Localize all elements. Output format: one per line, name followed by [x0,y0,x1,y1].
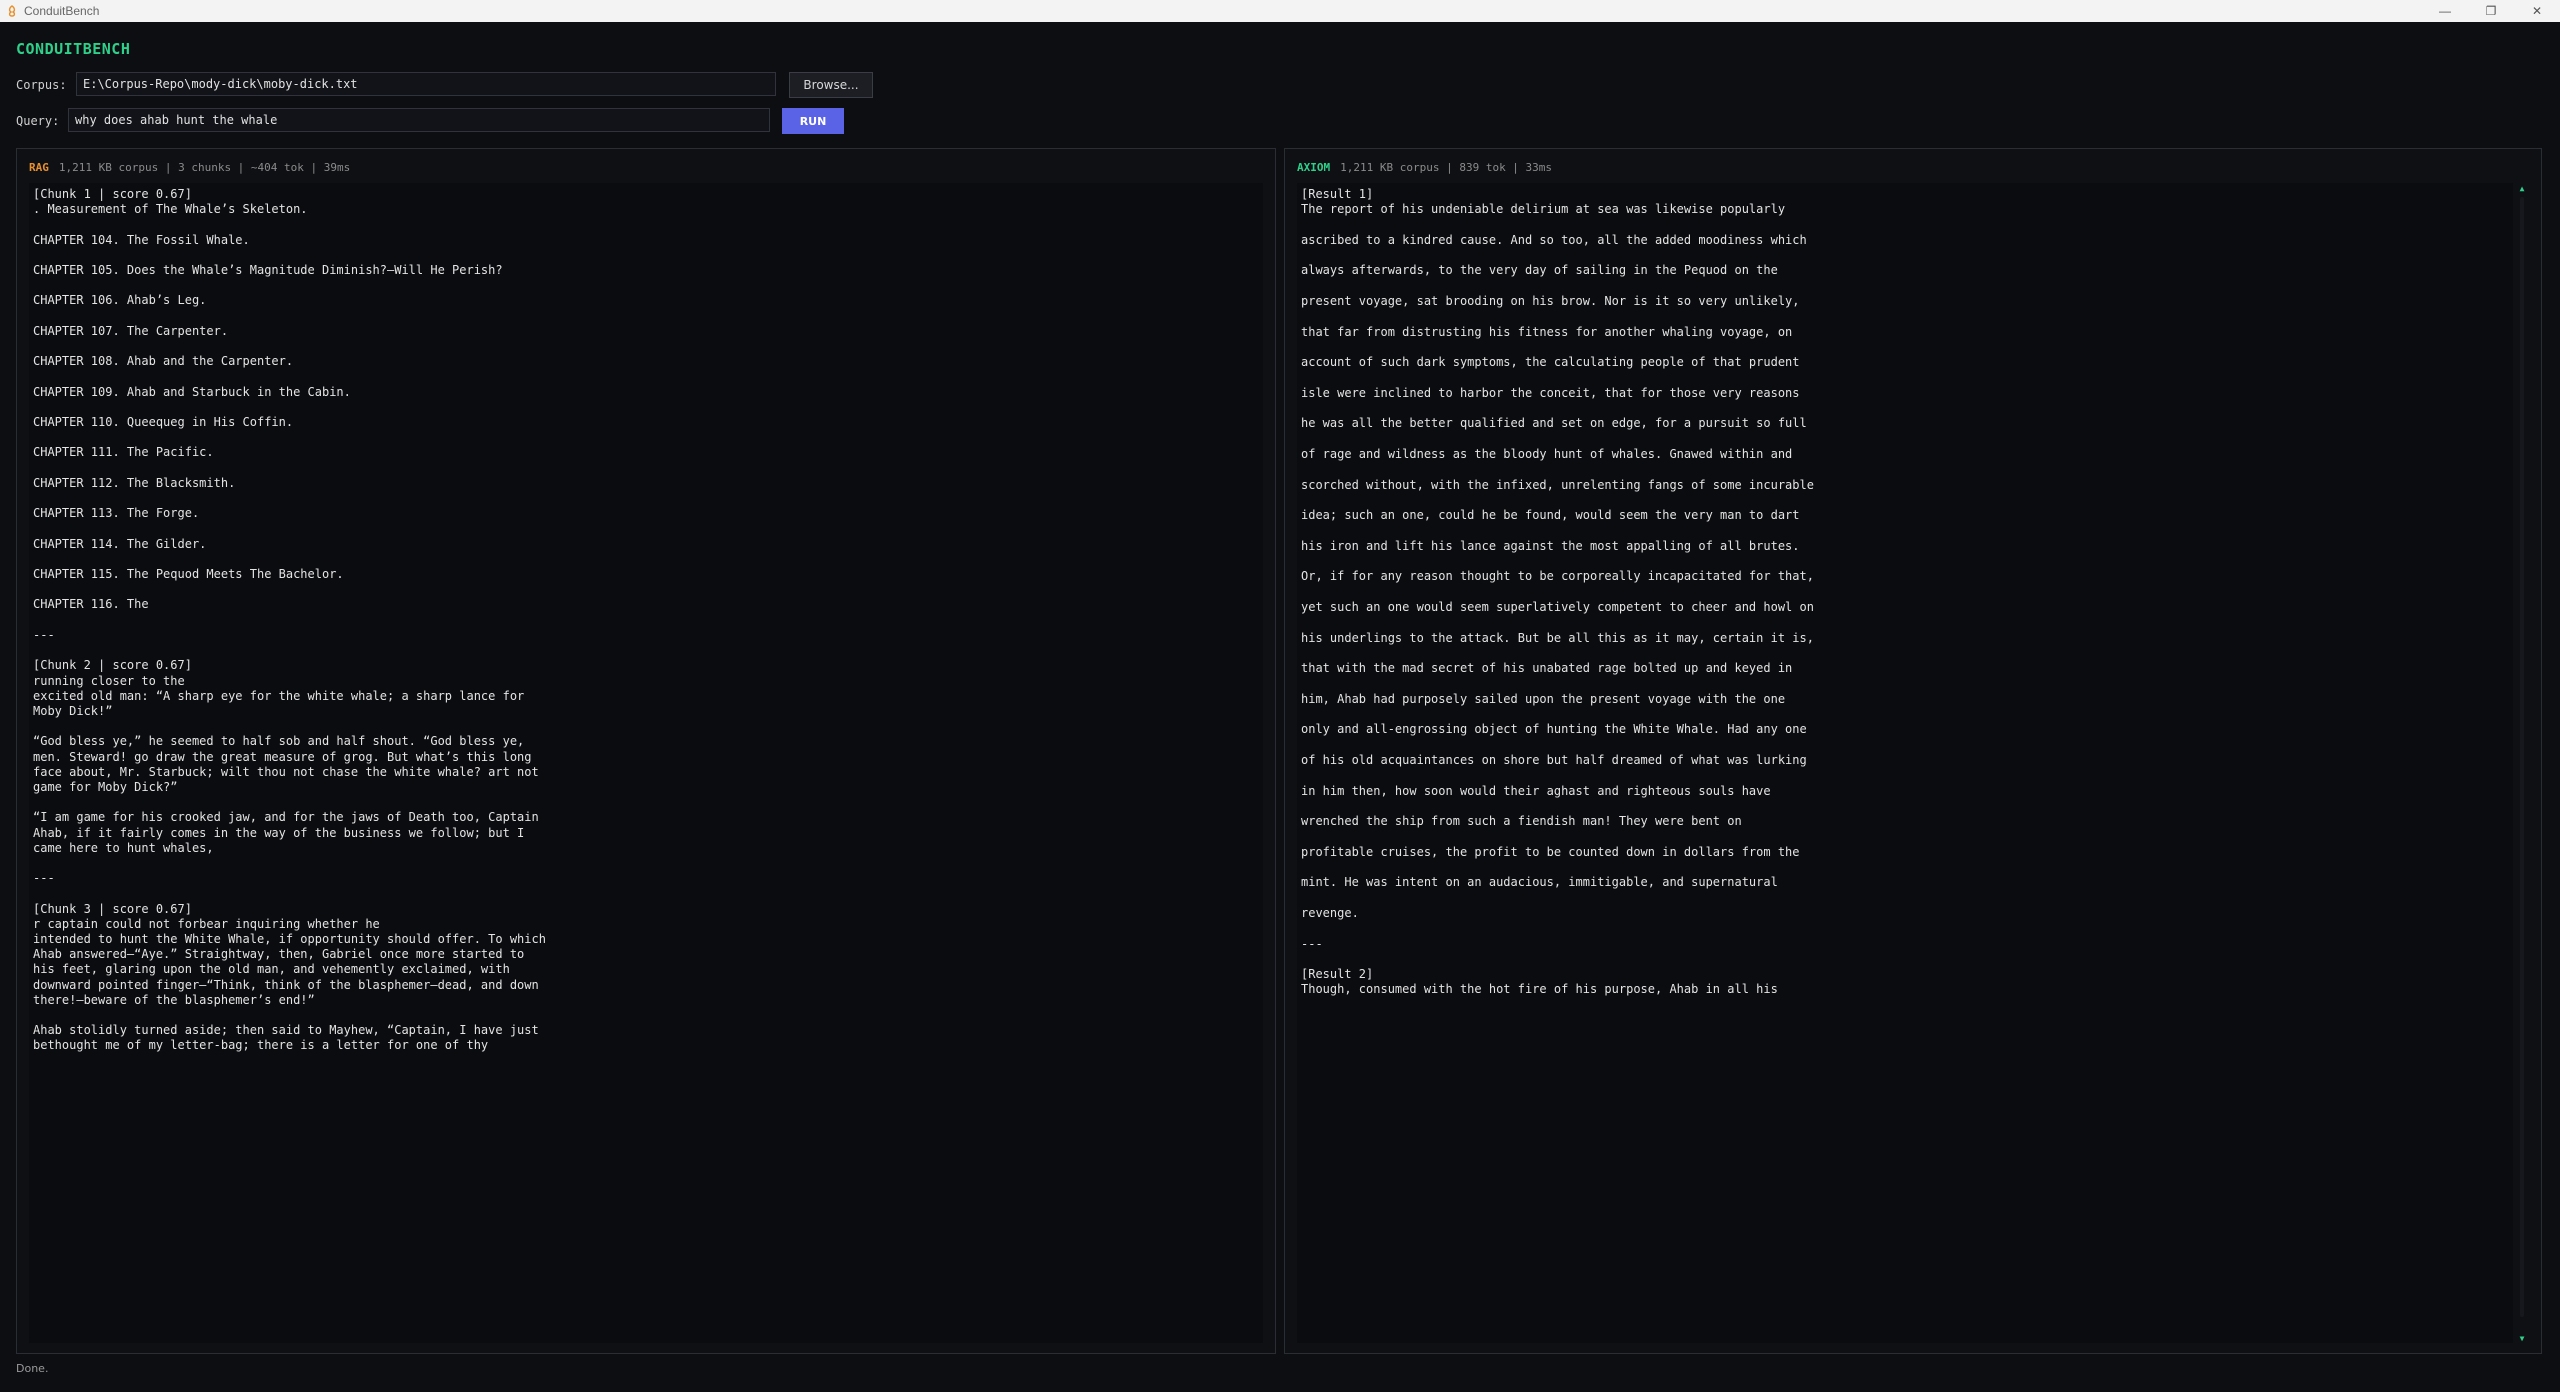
status-text: Done. [16,1362,49,1375]
scroll-up-arrow-icon[interactable]: ▲ [2515,183,2529,193]
axiom-panel-header: AXIOM 1,211 KB corpus | 839 tok | 33ms [1297,161,1552,174]
rag-panel: RAG 1,211 KB corpus | 3 chunks | ~404 tok… [16,148,1276,1354]
scrollbar-thumb[interactable] [2520,197,2524,1317]
browse-button[interactable]: Browse... [789,72,873,98]
corpus-label: Corpus: [16,78,67,92]
app-icon [6,5,18,17]
rag-output-area[interactable]: [Chunk 1 | score 0.67] . Measurement of … [29,183,1263,1343]
window-titlebar: ConduitBench — ❐ ✕ [0,0,2560,22]
query-label: Query: [16,114,60,128]
axiom-tag: AXIOM [1297,161,1331,174]
minimize-button[interactable]: — [2422,0,2468,22]
window-title: ConduitBench [24,4,100,18]
rag-tag: RAG [29,161,49,174]
rag-panel-header: RAG 1,211 KB corpus | 3 chunks | ~404 tok… [29,161,350,174]
axiom-scrollbar[interactable]: ▲ ▼ [2515,183,2529,1343]
scroll-down-arrow-icon[interactable]: ▼ [2515,1333,2529,1343]
close-button[interactable]: ✕ [2514,0,2560,22]
corpus-path-input[interactable]: E:\Corpus-Repo\mody-dick\moby-dick.txt [76,72,776,96]
restore-button[interactable]: ❐ [2468,0,2514,22]
axiom-stats: 1,211 KB corpus | 839 tok | 33ms [1340,161,1553,174]
app-brand: CONDUITBENCH [16,40,131,58]
query-input[interactable]: why does ahab hunt the whale [68,108,770,132]
rag-output-text: [Chunk 1 | score 0.67] . Measurement of … [33,187,546,1053]
axiom-output-area[interactable]: [Result 1] The report of his undeniable … [1297,183,2513,1343]
axiom-output-text: [Result 1] The report of his undeniable … [1301,187,1814,997]
run-button[interactable]: RUN [782,108,844,134]
axiom-panel: AXIOM 1,211 KB corpus | 839 tok | 33ms [R… [1284,148,2542,1354]
window-controls: — ❐ ✕ [2422,0,2560,22]
rag-stats: 1,211 KB corpus | 3 chunks | ~404 tok | … [58,161,351,174]
